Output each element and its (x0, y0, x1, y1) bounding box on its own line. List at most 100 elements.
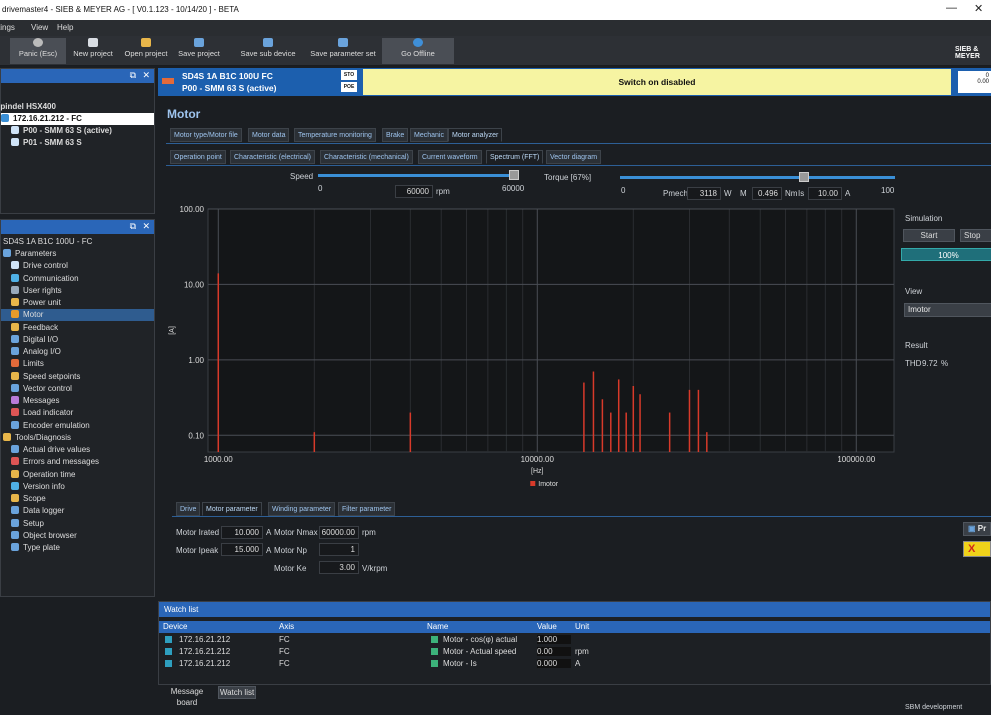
param-item-analog-i-o[interactable]: Analog I/O (1, 346, 154, 358)
param-item-messages[interactable]: Messages (1, 395, 154, 407)
save-sub-device-button[interactable]: Save sub device (238, 38, 298, 64)
print-button[interactable]: ▣ Pr (963, 522, 991, 536)
open-project-button[interactable]: Open project (122, 38, 170, 64)
param-item-parameters[interactable]: Parameters (1, 248, 154, 260)
close-panel-icon[interactable]: ✕ (142, 221, 150, 232)
cancel-button[interactable]: X (963, 541, 991, 557)
motor-nmax-input[interactable]: 60000.00 (319, 526, 359, 539)
subtab-characteristic-electrical[interactable]: Characteristic (electrical) (230, 150, 316, 164)
watch-value: 1.000 (537, 635, 571, 644)
watch-list-panel: Watch list Device Axis Name Value Unit 172.16… (158, 601, 991, 685)
speed-label: Speed (290, 172, 314, 181)
motor-np-input[interactable]: 1 (319, 543, 359, 556)
watch-list-row[interactable]: 172.16.21.212 FC Motor - cos(φ) actual 1.00… (159, 634, 990, 646)
tab-brake[interactable]: Brake (382, 128, 409, 142)
motor-ipeak-input[interactable]: 15.000 (221, 543, 263, 556)
y-tick-label: 1.00 (188, 356, 204, 365)
param-item-encoder-emulation[interactable]: Encoder emulation (1, 420, 154, 432)
column-header-unit[interactable]: Unit (575, 622, 589, 631)
param-item-communication[interactable]: Communication (1, 273, 154, 285)
float-icon[interactable]: ⧉ (130, 70, 136, 81)
param-item-scope[interactable]: Scope (1, 493, 154, 505)
watch-list-row[interactable]: 172.16.21.212 FC Motor - Actual speed 0.00 r… (159, 646, 990, 658)
motor-ke-input[interactable]: 3.00 (319, 561, 359, 574)
param-item-errors-and-messages[interactable]: Errors and messages (1, 456, 154, 468)
tree-item-p01[interactable]: P01 - SMM 63 S (11, 137, 164, 149)
param-tab-winding-parameter[interactable]: Winding parameter (268, 502, 336, 516)
param-item-operation-time[interactable]: Operation time (1, 469, 154, 481)
param-item-object-browser[interactable]: Object browser (1, 530, 154, 542)
subtab-spectrum-fft[interactable]: Spectrum (FFT) (486, 150, 544, 164)
column-header-value[interactable]: Value (537, 622, 557, 631)
tab-motor-data[interactable]: Motor data (248, 128, 290, 142)
save-project-button[interactable]: Save project (176, 38, 222, 64)
param-item-setup[interactable]: Setup (1, 518, 154, 530)
param-item-label: Scope (23, 494, 46, 503)
param-tab-filter-parameter[interactable]: Filter parameter (338, 502, 396, 516)
param-item-drive-control[interactable]: Drive control (1, 260, 154, 272)
close-button[interactable]: ✕ (974, 2, 983, 15)
param-item-label: Tools/Diagnosis (15, 432, 72, 442)
subtab-operation-point[interactable]: Operation point (170, 150, 226, 164)
minimize-button[interactable]: — (946, 2, 957, 14)
motor-irated-input[interactable]: 10.000 (221, 526, 263, 539)
is-label: Is (798, 189, 805, 198)
param-item-motor[interactable]: Motor (1, 309, 154, 322)
param-tab-drive[interactable]: Drive (176, 502, 201, 516)
stop-button[interactable]: Stop (960, 229, 991, 242)
param-item-tools-diagnosis[interactable]: Tools/Diagnosis (1, 432, 154, 444)
float-icon[interactable]: ⧉ (130, 221, 136, 232)
speed-slider-handle[interactable] (509, 170, 519, 180)
tab-mechanic[interactable]: Mechanic (410, 128, 448, 142)
param-item-digital-i-o[interactable]: Digital I/O (1, 334, 154, 346)
view-select[interactable]: Imotor (904, 303, 991, 317)
save-icon (194, 38, 204, 47)
folder-icon (141, 38, 151, 47)
param-item-icon (11, 506, 19, 515)
close-panel-icon[interactable]: ✕ (142, 70, 150, 81)
menu-settings[interactable]: Settings (0, 23, 15, 32)
param-tab-motor-parameter[interactable]: Motor parameter (202, 502, 262, 516)
torque-slider-handle[interactable] (799, 172, 810, 182)
param-item-data-logger[interactable]: Data logger (1, 505, 154, 517)
param-item-type-plate[interactable]: Type plate (1, 542, 154, 554)
tab-message-board[interactable]: Message board (160, 686, 214, 707)
param-item-feedback[interactable]: Feedback (1, 322, 154, 334)
param-item-vector-control[interactable]: Vector control (1, 383, 154, 395)
new-project-button[interactable]: New project (70, 38, 116, 64)
start-button[interactable]: Start (903, 229, 955, 242)
param-item-power-unit[interactable]: Power unit (1, 297, 154, 309)
param-item-icon (11, 445, 19, 453)
param-item-actual-drive-values[interactable]: Actual drive values (1, 444, 154, 456)
subtab-current-waveform[interactable]: Current waveform (418, 150, 482, 164)
param-item-user-rights[interactable]: User rights (1, 285, 154, 297)
speed-slider[interactable] (318, 174, 518, 177)
param-item-version-info[interactable]: Version info (1, 481, 154, 493)
column-header-name[interactable]: Name (427, 622, 448, 631)
param-item-limits[interactable]: Limits (1, 358, 154, 370)
param-item-speed-setpoints[interactable]: Speed setpoints (1, 371, 154, 383)
tab-watch-list[interactable]: Watch list (218, 686, 256, 699)
torque-slider[interactable] (620, 176, 895, 179)
tab-temperature-monitoring[interactable]: Temperature monitoring (294, 128, 376, 142)
tree-item-p00[interactable]: P00 - SMM 63 S (active) (11, 125, 164, 137)
tab-motor-type-motor-file[interactable]: Motor type/Motor file (170, 128, 242, 142)
x-tick-label: 10000.00 (521, 455, 555, 464)
save-parameter-set-button[interactable]: Save parameter set (308, 38, 378, 64)
tree-item-device[interactable]: 172.16.21.212 - FC (1, 113, 154, 125)
panic-button[interactable]: Panic (Esc) (10, 38, 66, 64)
y-axis-label: [A] (169, 326, 176, 335)
go-offline-button[interactable]: Go Offline (382, 38, 454, 64)
column-header-axis[interactable]: Axis (279, 622, 294, 631)
param-item-load-indicator[interactable]: Load indicator (1, 407, 154, 419)
speed-input[interactable]: 60000 (395, 185, 433, 198)
subtab-characteristic-mechanical[interactable]: Characteristic (mechanical) (320, 150, 413, 164)
menu-help[interactable]: Help (57, 23, 73, 32)
project-root[interactable]: Spindel HSX400 (0, 101, 148, 113)
watch-device: 172.16.21.212 (179, 635, 231, 644)
tab-motor-analyzer[interactable]: Motor analyzer (448, 128, 503, 142)
subtab-vector-diagram[interactable]: Vector diagram (546, 150, 602, 164)
menu-view[interactable]: View (31, 23, 48, 32)
watch-list-row[interactable]: 172.16.21.212 FC Motor - Is 0.000 A (159, 658, 990, 670)
column-header-device[interactable]: Device (163, 622, 187, 631)
